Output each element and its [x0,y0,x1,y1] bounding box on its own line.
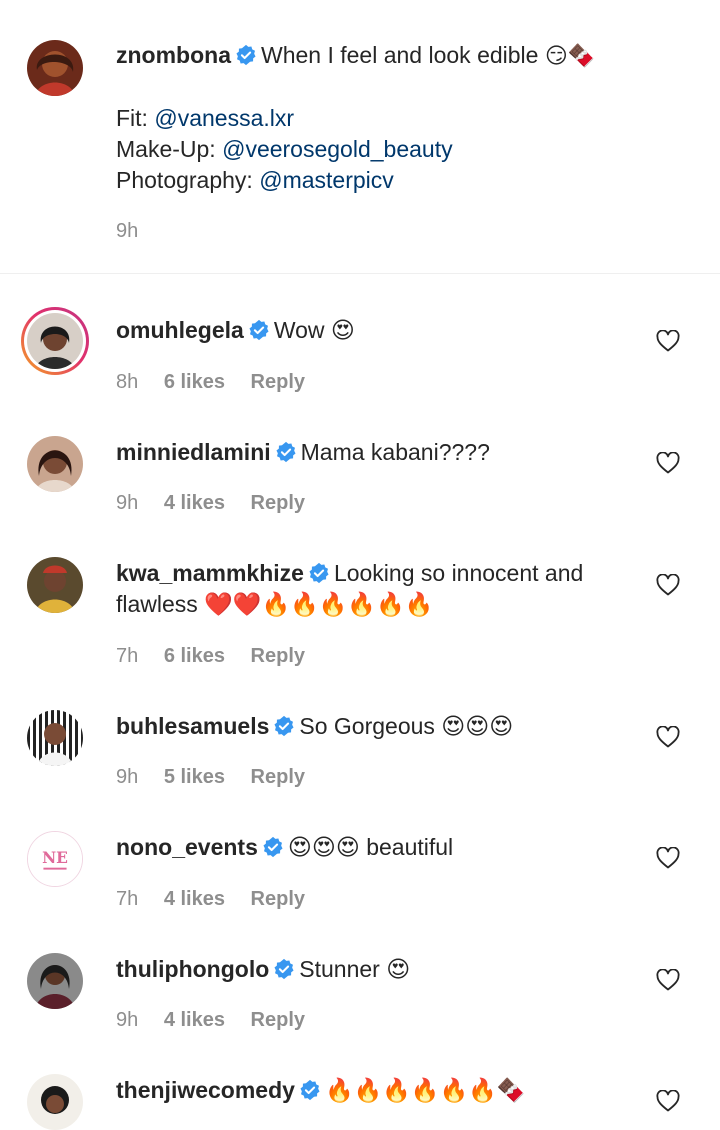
heart-outline-icon[interactable] [656,330,680,352]
reply-button[interactable]: Reply [251,645,305,667]
comment-text: Mama kabani???? [300,439,490,465]
caption-body: znombona When I feel and look edible 😏🍫 F… [116,40,646,196]
comment-text: Stunner 😍 [299,956,411,982]
photo-label: Photography: [116,167,253,193]
post-caption: znombona When I feel and look edible 😏🍫 F… [0,0,720,274]
comment-time: 7h [116,888,139,910]
comment-time: 8h [116,371,139,393]
comment-username[interactable]: omuhlegela [116,317,244,343]
verified-badge-icon [274,958,294,980]
fit-mention-link[interactable]: @vanessa.lxr [154,105,294,131]
comment-likes[interactable]: 6 likes [164,371,225,393]
heart-outline-icon[interactable] [656,726,680,748]
verified-badge-icon [263,836,283,858]
heart-outline-icon[interactable] [656,1090,680,1112]
comment-username[interactable]: buhlesamuels [116,713,269,739]
caption-text: When I feel and look edible [261,42,539,68]
heart-outline-icon[interactable] [656,574,680,596]
verified-badge-icon [236,44,256,66]
comment-time: 9h [116,492,139,514]
comment-meta: 9h 4 likes Reply [116,492,325,515]
caption-username[interactable]: znombona [116,42,231,68]
comment-time: 9h [116,766,139,788]
reply-button[interactable]: Reply [251,766,305,788]
makeup-label: Make-Up: [116,136,216,162]
reply-button[interactable]: Reply [251,1009,305,1031]
verified-badge-icon [309,562,329,584]
verified-badge-icon [249,319,269,341]
avatar-buhlesamuels[interactable] [27,710,83,766]
avatar-minniedlamini[interactable] [27,436,83,492]
verified-badge-icon [274,715,294,737]
avatar-kwa-mammkhize[interactable] [27,557,83,613]
svg-text:NE: NE [42,849,68,867]
avatar-thenjiwecomedy[interactable] [27,1074,83,1130]
comment-likes[interactable]: 5 likes [164,766,225,788]
comment-username[interactable]: kwa_mammkhize [116,560,304,586]
comment-likes[interactable]: 6 likes [164,645,225,667]
comment-meta: 7h 4 likes Reply [116,888,325,911]
comment-text: 🔥🔥🔥🔥🔥🔥🍫 [324,1077,526,1103]
heart-outline-icon[interactable] [656,452,680,474]
comment-username[interactable]: nono_events [116,834,258,860]
reply-button[interactable]: Reply [251,492,305,514]
caption-emojis: 😏🍫 [544,44,596,69]
avatar-thuliphongolo[interactable] [27,953,83,1009]
verified-badge-icon [300,1079,320,1101]
avatar-znombona[interactable] [27,40,83,96]
comment-meta: 7h 6 likes Reply [116,645,325,668]
comment-time: 9h [116,1009,139,1031]
comment-text: Looking so innocent and [333,560,584,586]
comment-username[interactable]: thenjiwecomedy [116,1077,295,1103]
photo-mention-link[interactable]: @masterpicv [259,167,394,193]
caption-time: 9h [116,220,139,242]
comment-text: 😍😍😍 beautiful [287,834,454,860]
comment-text-line2: flawless ❤️❤️🔥🔥🔥🔥🔥🔥 [116,591,434,617]
comment-likes[interactable]: 4 likes [164,1009,225,1031]
comment-text: So Gorgeous 😍😍😍 [299,713,514,739]
comment-username[interactable]: minniedlamini [116,439,271,465]
heart-outline-icon[interactable] [656,847,680,869]
avatar-omuhlegela[interactable] [21,307,89,375]
comment-meta: 8h 6 likes Reply [116,371,325,394]
comment-text: Wow 😍 [273,317,355,343]
caption-meta: 9h [116,220,158,243]
divider [0,273,720,274]
comment-likes[interactable]: 4 likes [164,888,225,910]
comment-meta: 9h 4 likes Reply [116,1009,325,1032]
makeup-mention-link[interactable]: @veerosegold_beauty [222,136,453,162]
comment-likes[interactable]: 4 likes [164,492,225,514]
reply-button[interactable]: Reply [251,371,305,393]
reply-button[interactable]: Reply [251,888,305,910]
comment-meta: 9h 5 likes Reply [116,766,325,789]
fit-label: Fit: [116,105,148,131]
comment-time: 7h [116,645,139,667]
comment-username[interactable]: thuliphongolo [116,956,269,982]
verified-badge-icon [276,441,296,463]
avatar-nono-events[interactable]: NE [27,831,83,887]
heart-outline-icon[interactable] [656,969,680,991]
